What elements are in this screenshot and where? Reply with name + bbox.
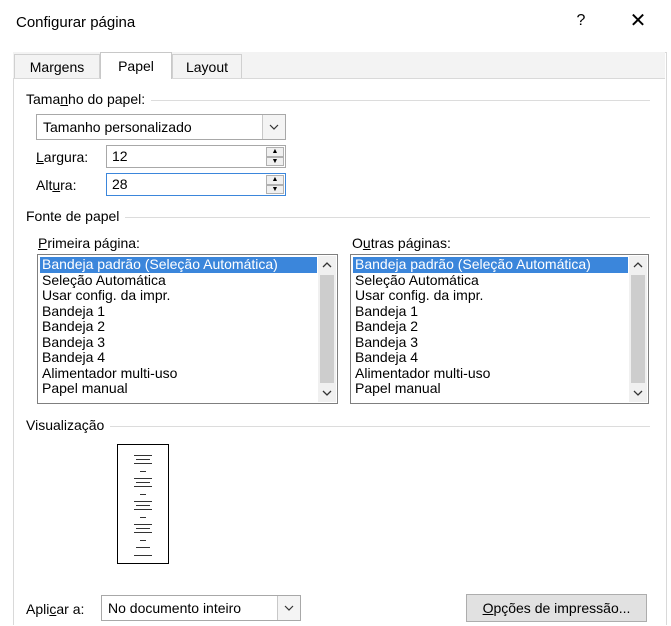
preview-text-line [134, 532, 152, 533]
preview-group-label: Visualização [26, 417, 111, 433]
apply-to-value: No documento inteiro [108, 600, 242, 616]
scrollbar-thumb[interactable] [631, 275, 645, 383]
list-item[interactable]: Bandeja 3 [40, 334, 317, 351]
width-value: 12 [112, 148, 128, 164]
preview-text-line [134, 555, 152, 556]
list-item[interactable]: Papel manual [40, 380, 317, 397]
paper-source-group-label: Fonte de papel [26, 208, 126, 224]
preview-text-line [140, 494, 146, 495]
paper-size-value: Tamanho personalizado [43, 119, 192, 135]
height-label: Altura: [36, 177, 77, 193]
list-item[interactable]: Bandeja padrão (Seleção Automática) [40, 256, 317, 273]
list-item[interactable]: Seleção Automática [353, 272, 628, 289]
preview-text-line [140, 471, 146, 472]
triangle-down-icon[interactable]: ▼ [266, 156, 284, 166]
preview-text-line [136, 547, 150, 548]
apply-to-label: Aplicar a: [26, 601, 85, 617]
other-pages-label: Outras páginas: [352, 235, 451, 251]
scrollbar-thumb[interactable] [320, 275, 334, 383]
preview-text-line [136, 528, 150, 529]
preview-text-line [134, 478, 152, 479]
preview-text-line [134, 524, 152, 525]
scrollbar[interactable] [629, 256, 647, 402]
help-icon[interactable]: ? [570, 10, 592, 32]
scrollbar[interactable] [318, 256, 336, 402]
height-value: 28 [112, 176, 128, 192]
width-label: Largura: [36, 149, 89, 165]
list-item[interactable]: Usar config. da impr. [353, 287, 628, 304]
list-item[interactable]: Bandeja 2 [40, 318, 317, 335]
list-item[interactable]: Bandeja 3 [353, 334, 628, 351]
chevron-up-icon[interactable] [629, 256, 647, 274]
preview-text-line [140, 540, 146, 541]
list-item[interactable]: Bandeja 4 [353, 349, 628, 366]
width-field[interactable]: 12 ▲ ▼ [106, 145, 286, 168]
height-field[interactable]: 28 ▲ ▼ [106, 173, 286, 196]
paper-size-select[interactable]: Tamanho personalizado [36, 114, 286, 140]
close-icon[interactable]: ✕ [625, 8, 651, 34]
list-item[interactable]: Alimentador multi-uso [40, 365, 317, 382]
chevron-down-icon[interactable] [629, 384, 647, 402]
preview-text-line [134, 486, 152, 487]
triangle-down-icon[interactable]: ▼ [266, 184, 284, 194]
print-options-button[interactable]: Opções de impressão... [466, 594, 647, 622]
triangle-up-icon[interactable]: ▲ [266, 147, 284, 157]
chevron-down-icon[interactable] [318, 384, 336, 402]
tab-margens[interactable]: Margens [14, 54, 100, 78]
list-item[interactable]: Bandeja 1 [40, 303, 317, 320]
page-preview [117, 444, 169, 564]
chevron-down-icon[interactable] [277, 596, 300, 620]
first-page-label: Primeira página: [38, 235, 140, 251]
dialog-title: Configurar página [16, 14, 136, 31]
list-item[interactable]: Alimentador multi-uso [353, 365, 628, 382]
preview-text-line [136, 459, 150, 460]
apply-to-select[interactable]: No documento inteiro [101, 595, 301, 621]
tab-layout[interactable]: Layout [172, 54, 242, 78]
tab-papel[interactable]: Papel [100, 52, 172, 79]
separator [26, 426, 650, 427]
list-item[interactable]: Usar config. da impr. [40, 287, 317, 304]
triangle-up-icon[interactable]: ▲ [266, 175, 284, 185]
list-item[interactable]: Seleção Automática [40, 272, 317, 289]
preview-text-line [134, 463, 152, 464]
preview-text-line [140, 517, 146, 518]
preview-text-line [134, 455, 152, 456]
list-item[interactable]: Bandeja 1 [353, 303, 628, 320]
preview-text-line [134, 501, 152, 502]
first-page-listbox[interactable]: Bandeja padrão (Seleção Automática) Seleç… [37, 254, 338, 404]
preview-text-line [134, 509, 152, 510]
list-item[interactable]: Bandeja padrão (Seleção Automática) [353, 256, 628, 273]
preview-text-line [136, 482, 150, 483]
list-item[interactable]: Bandeja 2 [353, 318, 628, 335]
chevron-up-icon[interactable] [318, 256, 336, 274]
paper-size-group-label: Tamanho do papel: [26, 91, 152, 107]
other-pages-listbox[interactable]: Bandeja padrão (Seleção Automática) Seleç… [350, 254, 649, 404]
list-item[interactable]: Papel manual [353, 380, 628, 397]
list-item[interactable]: Bandeja 4 [40, 349, 317, 366]
preview-text-line [136, 505, 150, 506]
chevron-down-icon[interactable] [262, 115, 285, 139]
